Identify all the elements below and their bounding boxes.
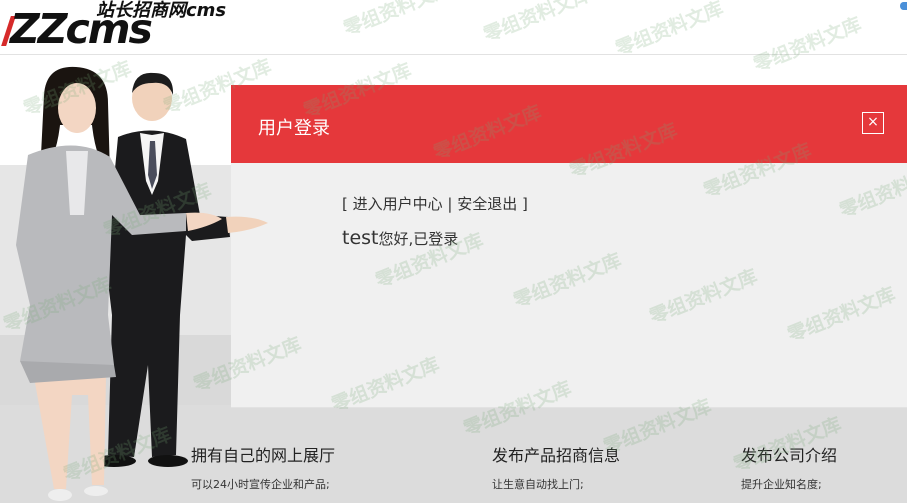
feature-desc: 让生意自动找上门; xyxy=(492,478,584,491)
link-separator: | xyxy=(442,195,458,213)
bracket-close: ] xyxy=(517,195,528,213)
login-greeting: test您好,已登录 xyxy=(342,227,458,249)
logo-sub-text: 站长招商网cms xyxy=(96,0,227,21)
feature-desc: 提升企业知名度; xyxy=(741,478,822,491)
feature-title: 发布公司介绍 xyxy=(741,446,838,465)
feature-publish-products: 发布产品招商信息 让生意自动找上门; xyxy=(492,442,620,492)
corner-dot-icon xyxy=(900,2,907,10)
feature-desc: 可以24小时宣传企业和产品; xyxy=(191,478,330,491)
login-dialog: 用户登录 × [ 进入用户中心 | 安全退出 ] test您好,已登录 xyxy=(231,85,907,408)
user-links: [ 进入用户中心 | 安全退出 ] xyxy=(342,193,528,214)
close-button[interactable]: × xyxy=(862,112,884,134)
logout-link[interactable]: 安全退出 xyxy=(457,195,517,213)
login-stage: 用户登录 × [ 进入用户中心 | 安全退出 ] test您好,已登录 拥有自己… xyxy=(0,55,907,503)
site-logo[interactable]: ZZcms 站长招商网cms xyxy=(1,0,226,53)
login-dialog-header: 用户登录 × xyxy=(231,85,907,163)
username: test xyxy=(342,227,379,249)
business-people-illustration xyxy=(16,66,268,501)
feature-title: 发布产品招商信息 xyxy=(492,446,621,465)
feature-title: 拥有自己的网上展厅 xyxy=(191,446,336,465)
feature-showroom: 拥有自己的网上展厅 可以24小时宣传企业和产品; xyxy=(191,442,335,492)
greeting-message: 您好,已登录 xyxy=(378,230,459,248)
feature-company-intro: 发布公司介绍 提升企业知名度; xyxy=(741,442,837,492)
user-center-link[interactable]: 进入用户中心 xyxy=(353,195,443,213)
bracket-open: [ xyxy=(342,195,353,213)
site-header: ZZcms 站长招商网cms xyxy=(0,0,907,55)
